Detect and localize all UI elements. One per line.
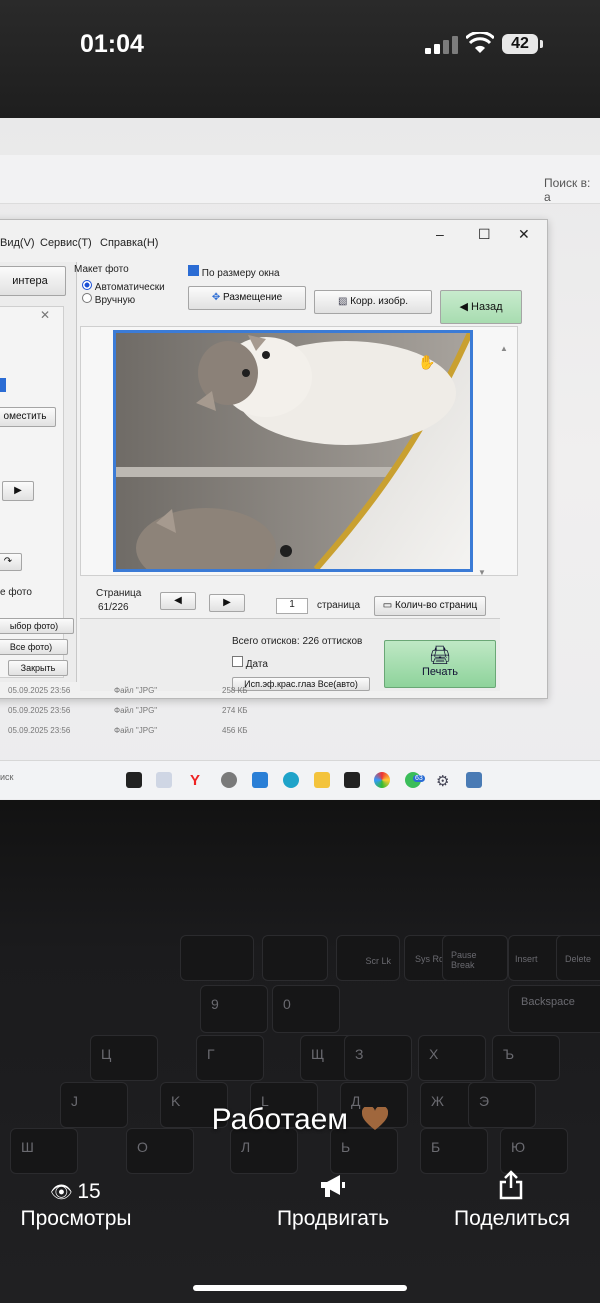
layout-manual-radio[interactable]: Вручную: [82, 293, 135, 306]
select-photo-button[interactable]: ыбор фото): [0, 618, 74, 634]
next-page-button[interactable]: ▶: [209, 594, 245, 612]
share-label[interactable]: Поделиться: [440, 1207, 584, 1231]
checkbox-unchecked-icon: [232, 656, 243, 667]
views-counter[interactable]: 👁 15: [50, 1180, 130, 1204]
page-label: Страница: [96, 588, 142, 599]
menu-help[interactable]: Справка(H): [100, 237, 158, 249]
layout-group-title: Макет фото: [74, 264, 129, 275]
views-label[interactable]: Просмотры: [6, 1207, 146, 1231]
home-indicator[interactable]: [193, 1285, 407, 1291]
key: Х: [418, 1035, 486, 1081]
copies-input[interactable]: 1: [276, 598, 308, 614]
radio-checked-icon: [82, 280, 92, 290]
key: [262, 935, 328, 981]
page-value: 61/226: [98, 602, 129, 613]
file-row[interactable]: 05.09.2025 23:56 Файл "JPG" 258 КБ: [8, 686, 247, 695]
layout-auto-radio[interactable]: Автоматически: [82, 280, 165, 293]
file-manager-icon[interactable]: [156, 772, 172, 788]
file-row[interactable]: 05.09.2025 23:56 Файл "JPG" 456 КБ: [8, 726, 247, 735]
place-button[interactable]: оместить: [0, 407, 56, 427]
browser-search-hint[interactable]: Поиск в: а: [544, 176, 600, 204]
key: Г: [196, 1035, 264, 1081]
edge-browser-icon[interactable]: [283, 772, 299, 788]
total-prints: Всего отисков: 226 оттисков: [232, 636, 363, 647]
folder-icon[interactable]: [314, 772, 330, 788]
printer-icon: 🖨: [428, 645, 452, 665]
taskbar-search[interactable]: иск: [0, 772, 13, 782]
battery-indicator: 42: [502, 34, 543, 54]
close-button[interactable]: Закрыть: [8, 660, 68, 676]
hand-cursor-icon: ✋: [418, 354, 436, 370]
pages-icon: ▭: [382, 600, 393, 611]
task-view-icon[interactable]: [126, 772, 142, 788]
scroll-up-icon[interactable]: ▲: [500, 344, 508, 353]
play-icon: ▶: [14, 485, 22, 496]
share-icon[interactable]: [498, 1170, 524, 1200]
key: [180, 935, 254, 981]
page-count-button[interactable]: ▭ Колич-во страниц: [374, 596, 486, 616]
maximize-icon[interactable]: ☐: [478, 226, 491, 243]
back-button[interactable]: ◀ Назад: [440, 290, 522, 324]
brown-heart-icon: [362, 1107, 389, 1130]
app-icon[interactable]: [466, 772, 482, 788]
yandex-browser-icon[interactable]: Y: [190, 772, 206, 789]
checkbox-checked-icon: [188, 265, 199, 276]
key: Backspace: [508, 985, 600, 1033]
key: 0: [272, 985, 340, 1033]
key: Ъ: [492, 1035, 560, 1081]
copies-suffix: страница: [317, 600, 361, 611]
file-list: 05.09.2025 23:56 Файл "JPG" 258 КБ 05.09…: [0, 686, 560, 746]
fit-window-checkbox[interactable]: По размеру окна: [188, 265, 280, 279]
status-time: 01:04: [80, 30, 144, 58]
file-row[interactable]: 05.09.2025 23:56 Файл "JPG" 274 КБ: [8, 706, 247, 715]
settings-gear-icon[interactable]: ⚙: [436, 772, 452, 790]
key: 9: [200, 985, 268, 1033]
status-bar: [0, 0, 600, 120]
slider-handle[interactable]: [0, 378, 6, 392]
all-photos-button[interactable]: Все фото): [0, 639, 68, 655]
story-caption: Работаем: [0, 1103, 600, 1137]
app-triangle-icon[interactable]: [344, 772, 360, 788]
key: Pause Break: [442, 935, 508, 981]
cellular-signal-icon: [425, 36, 459, 54]
printer-button[interactable]: интера: [0, 266, 66, 296]
key: Delete: [556, 935, 600, 981]
image-adjust-icon: ▧: [338, 296, 348, 307]
date-checkbox[interactable]: Дата: [232, 656, 268, 670]
key: З: [344, 1035, 412, 1081]
correct-image-button[interactable]: ▧ Корр. изобр.: [314, 290, 432, 314]
back-arrow-icon: ◀: [459, 301, 468, 313]
menu-bar: Вид(V) Сервис(T) Справка(H): [0, 237, 540, 255]
next-icon: ▶: [223, 597, 231, 608]
radio-unchecked-icon: [82, 293, 92, 303]
windows-taskbar: [0, 760, 600, 799]
promote-label[interactable]: Продвигать: [258, 1207, 408, 1231]
photo-label: е фото: [0, 587, 32, 598]
chrome-icon[interactable]: [374, 772, 390, 788]
key: Scr Lk: [336, 935, 400, 981]
megaphone-icon[interactable]: [318, 1173, 348, 1199]
prev-page-button[interactable]: ◀: [160, 592, 196, 610]
play-button[interactable]: ▶: [2, 481, 34, 501]
menu-view[interactable]: Вид(V): [0, 237, 35, 249]
move-arrows-icon: ✥: [211, 292, 221, 303]
notification-badge: 63: [413, 775, 425, 782]
close-window-icon[interactable]: ✕: [518, 226, 530, 243]
prev-icon: ◀: [174, 595, 182, 606]
wifi-icon: [466, 32, 494, 53]
print-button[interactable]: 🖨 Печать: [384, 640, 496, 688]
rotate-button[interactable]: ↷: [0, 553, 22, 571]
sub-panel-close-icon[interactable]: ✕: [40, 308, 50, 322]
menu-service[interactable]: Сервис(T): [40, 237, 92, 249]
media-player-icon[interactable]: [221, 772, 237, 788]
photos-icon[interactable]: [252, 772, 268, 788]
scroll-down-icon[interactable]: ▼: [478, 568, 486, 577]
key: Ц: [90, 1035, 158, 1081]
cat-photo-image: [116, 333, 470, 569]
browser-toolbar: [0, 155, 600, 204]
placement-button[interactable]: ✥ Размещение: [188, 286, 306, 310]
rotate-icon: ↷: [3, 556, 13, 567]
minimize-icon[interactable]: –: [436, 226, 444, 242]
eye-icon: 👁: [50, 1182, 73, 1202]
